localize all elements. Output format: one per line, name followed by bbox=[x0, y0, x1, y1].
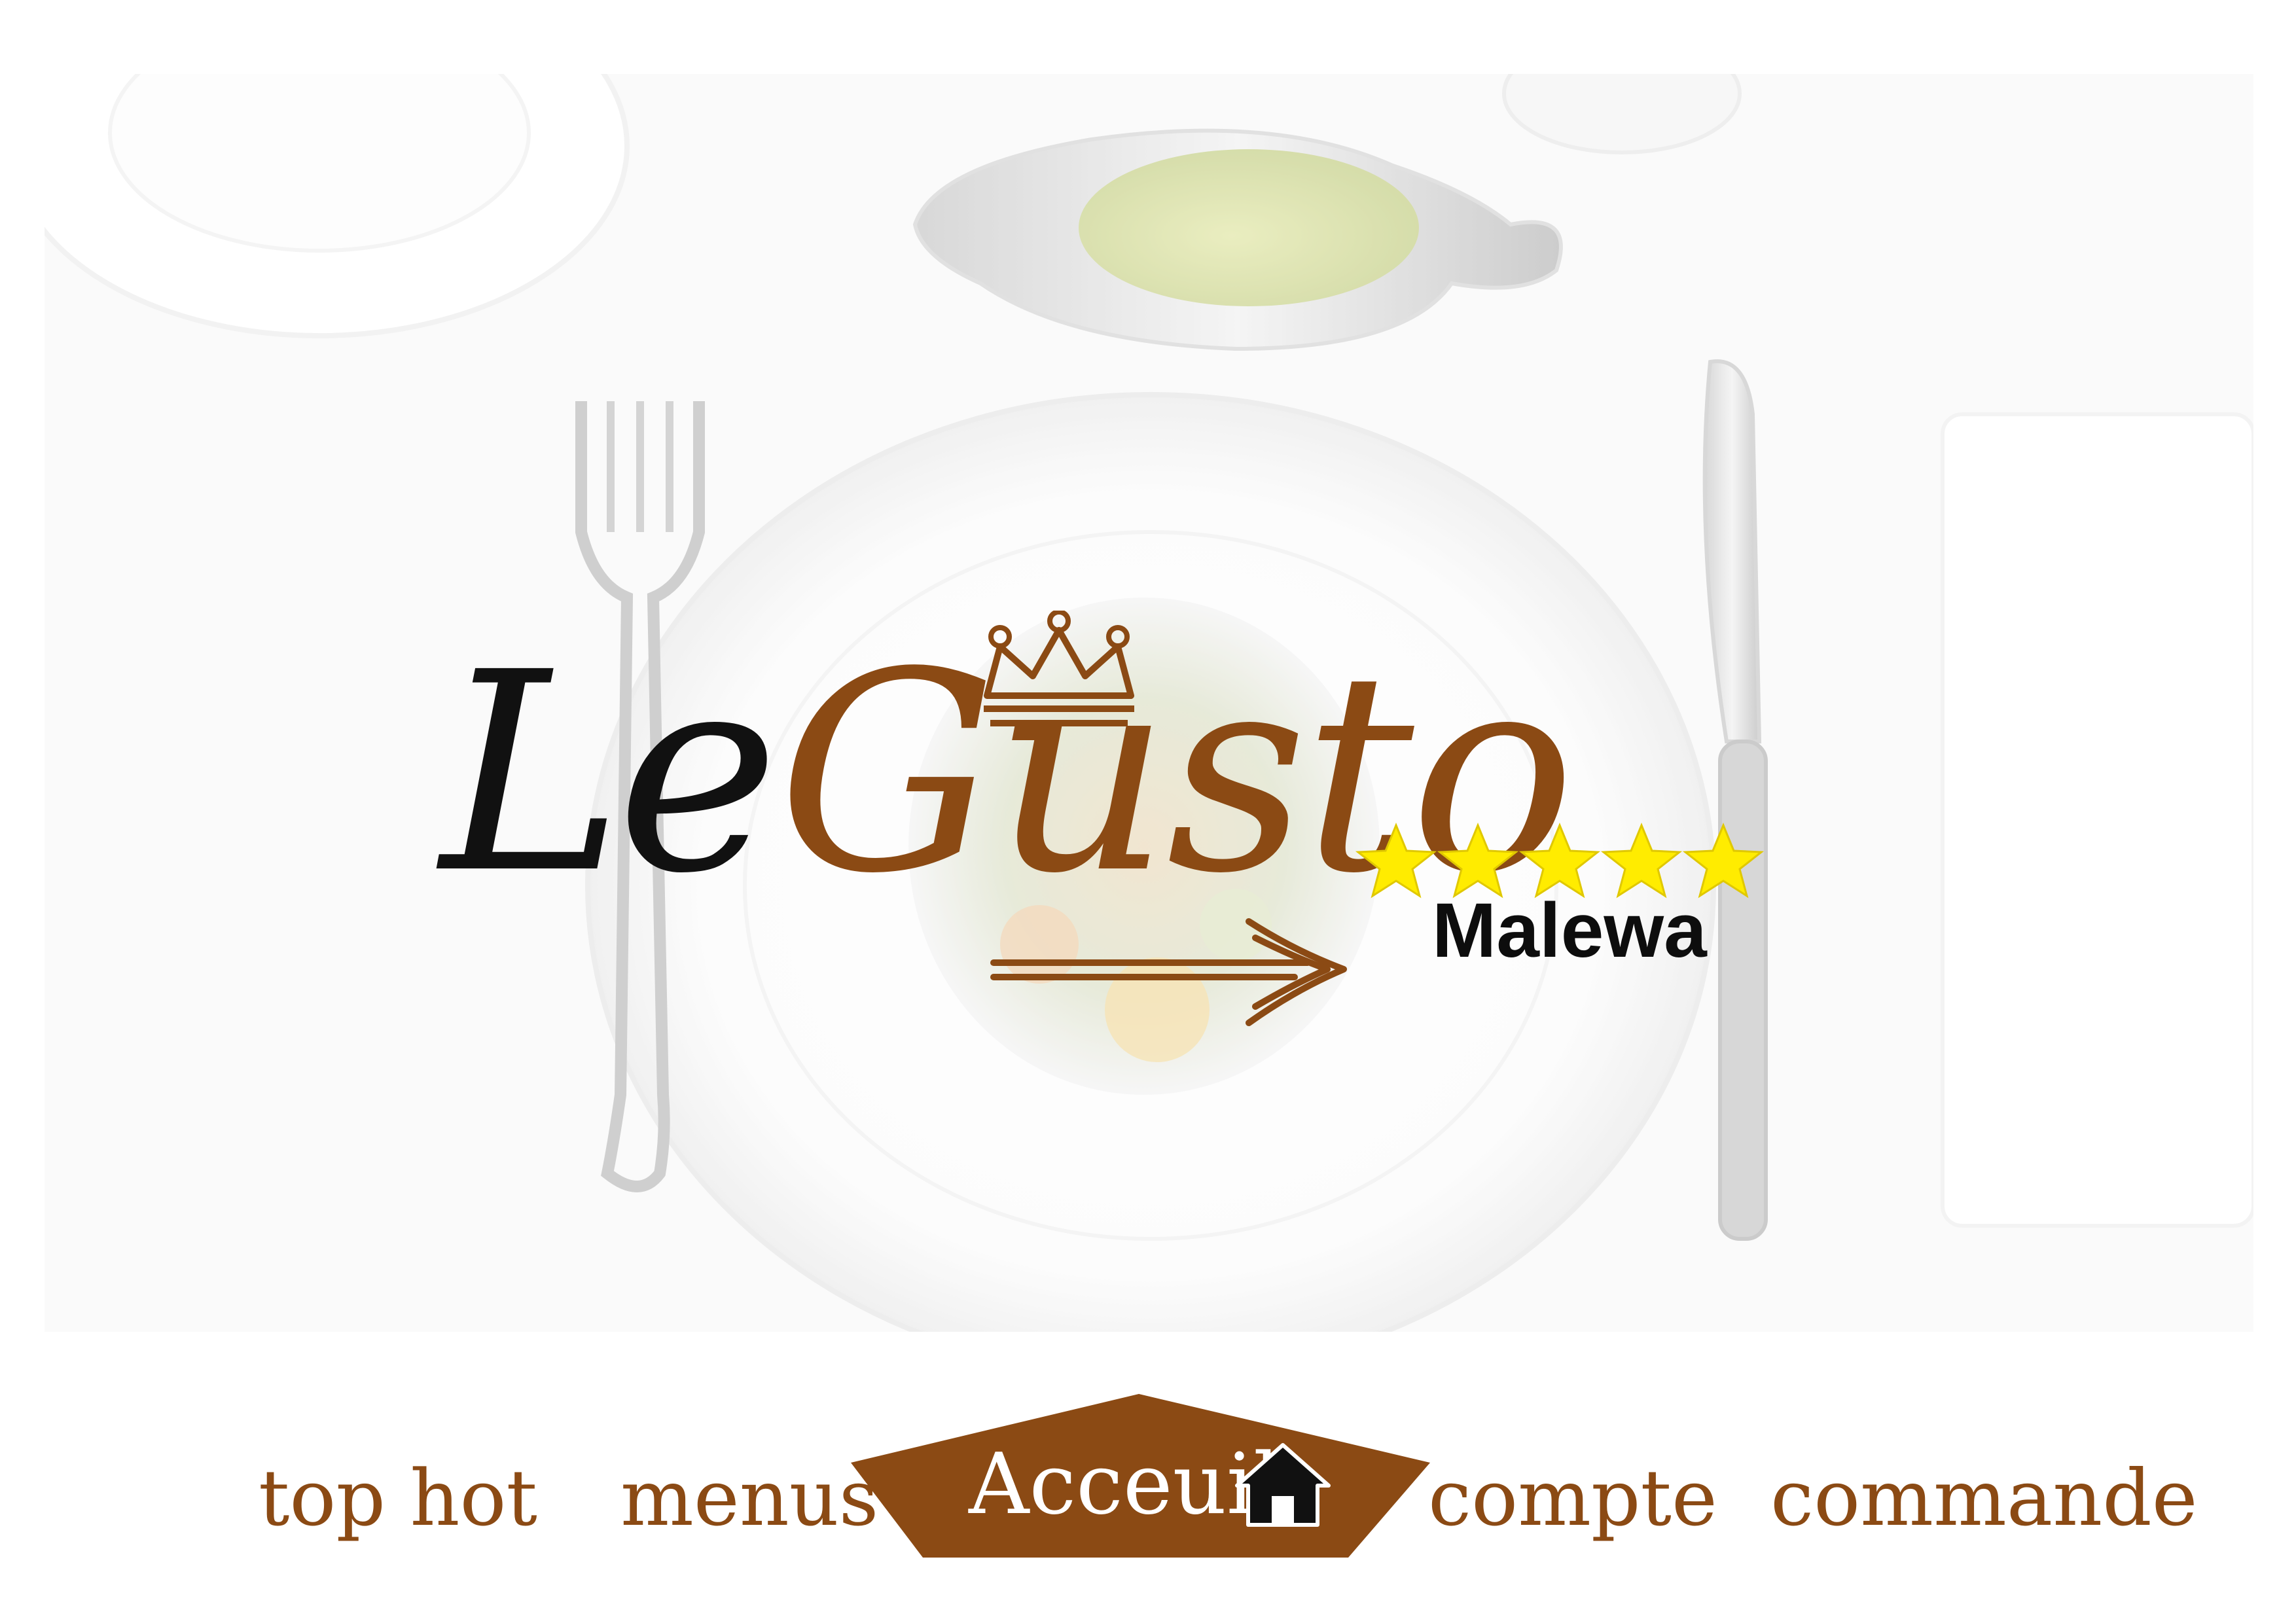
brand-word-le: Le bbox=[440, 614, 779, 934]
nav-item-acceuil[interactable]: Acceuil bbox=[851, 1394, 1430, 1571]
nav-item-commande[interactable]: commande bbox=[1770, 1459, 2198, 1537]
brand-branch-name: Malewa bbox=[1432, 887, 1707, 974]
brand-logo: Le Gusto Malewa bbox=[411, 611, 1812, 1029]
nav-item-compte[interactable]: compte bbox=[1428, 1459, 1717, 1537]
hero-image: Le Gusto Malewa bbox=[45, 74, 2253, 1332]
nav-item-menus[interactable]: menus bbox=[620, 1459, 878, 1537]
star-icon bbox=[1600, 823, 1683, 899]
home-icon bbox=[1235, 1443, 1331, 1527]
star-icon bbox=[1518, 823, 1601, 899]
star-icon bbox=[1355, 823, 1437, 899]
star-icon bbox=[1437, 823, 1519, 899]
main-navigation: top hot menus Acceuil compte commande bbox=[0, 1374, 2296, 1590]
nav-item-top-hot[interactable]: top hot bbox=[259, 1459, 537, 1537]
star-icon bbox=[1682, 823, 1765, 899]
arrow-right-icon bbox=[990, 918, 1347, 1026]
